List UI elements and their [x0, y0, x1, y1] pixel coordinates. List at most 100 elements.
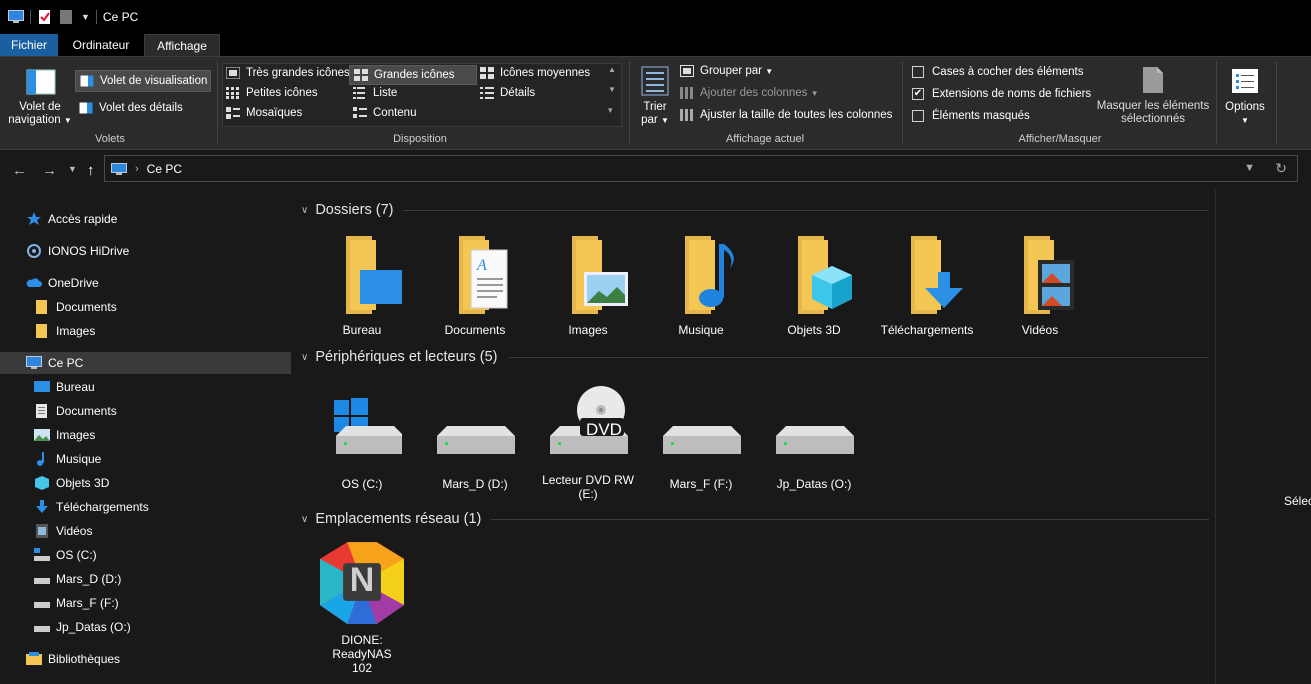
- sidebar-item-videos[interactable]: Vidéos: [0, 520, 291, 542]
- folder-tile-videos[interactable]: Vidéos: [984, 234, 1096, 337]
- back-arrow-icon[interactable]: ←: [12, 162, 27, 179]
- preview-pane-button[interactable]: Volet de visualisation: [75, 70, 211, 92]
- sidebar-item-quick-access[interactable]: Accès rapide: [0, 208, 291, 230]
- layout-list[interactable]: Liste: [353, 87, 397, 99]
- drive-icon: [776, 426, 854, 454]
- group-by-icon: [680, 65, 694, 77]
- sidebar-item-hidrive[interactable]: IONOS HiDrive: [0, 240, 291, 262]
- network-tile-dione[interactable]: N DIONE: ReadyNAS 102: [306, 540, 418, 675]
- add-columns-button[interactable]: Ajouter des colonnes ▼: [680, 87, 819, 99]
- layout-scroll-up-icon[interactable]: ▲: [608, 65, 616, 74]
- sidebar-item-drive-d[interactable]: Mars_D (D:): [0, 568, 291, 590]
- computer-icon[interactable]: [8, 10, 24, 24]
- tile-label: DIONE: ReadyNAS 102: [332, 633, 392, 675]
- folder-tile-bureau[interactable]: Bureau: [306, 234, 418, 337]
- toolbar-separator: [95, 10, 97, 24]
- section-header-folders[interactable]: ∨ Dossiers (7): [301, 200, 393, 220]
- folder-tile-3d-objects[interactable]: Objets 3D: [758, 234, 870, 337]
- folder-tile-images[interactable]: Images: [532, 234, 644, 337]
- sidebar-item-drive-f[interactable]: Mars_F (F:): [0, 592, 291, 614]
- layout-medium-icons[interactable]: Icônes moyennes: [480, 67, 590, 79]
- layout-content[interactable]: Contenu: [353, 107, 416, 119]
- properties-icon[interactable]: [37, 10, 53, 24]
- sidebar-item-label: Musique: [56, 452, 102, 466]
- item-checkboxes-toggle[interactable]: Cases à cocher des éléments: [912, 66, 1084, 78]
- folder-tile-music[interactable]: Musique: [645, 234, 757, 337]
- sidebar-item-downloads[interactable]: Téléchargements: [0, 496, 291, 518]
- sidebar-item-this-pc[interactable]: Ce PC: [0, 352, 291, 374]
- folder-tile-documents[interactable]: A Documents: [419, 234, 531, 337]
- hidden-items-toggle[interactable]: Éléments masqués: [912, 110, 1030, 122]
- tile-label: Jp_Datas (O:): [776, 477, 852, 491]
- sort-by-button[interactable]: Trier par ▼: [636, 101, 674, 127]
- sidebar-item-desktop[interactable]: Bureau: [0, 376, 291, 398]
- up-arrow-icon[interactable]: ↑: [87, 162, 95, 179]
- folder-tile-downloads[interactable]: Téléchargements: [871, 234, 983, 337]
- item-checkboxes-checkbox[interactable]: [912, 66, 924, 78]
- sidebar-item-onedrive-documents[interactable]: Documents: [0, 296, 291, 318]
- layout-extra-large-icons[interactable]: Très grandes icônes: [226, 67, 350, 79]
- layout-tiles[interactable]: Mosaïques: [226, 107, 302, 119]
- file-extensions-checkbox[interactable]: ✔: [912, 88, 924, 100]
- address-history-chevron-icon[interactable]: ▼: [1244, 162, 1255, 174]
- address-path[interactable]: Ce PC: [147, 162, 182, 176]
- hidden-items-label: Éléments masqués: [932, 110, 1030, 122]
- sidebar-item-libraries[interactable]: Bibliothèques: [0, 648, 291, 670]
- customize-toolbar-chevron-icon[interactable]: ▼: [81, 12, 90, 22]
- details-icon: [480, 87, 494, 99]
- drive-tile-dvd[interactable]: DVD Lecteur DVD RW (E:): [532, 384, 644, 501]
- collapse-chevron-icon[interactable]: ∨: [301, 352, 308, 363]
- breadcrumb-chevron-icon[interactable]: ›: [135, 163, 139, 175]
- collapse-chevron-icon[interactable]: ∨: [301, 205, 308, 216]
- tab-computer[interactable]: Ordinateur: [60, 34, 142, 56]
- section-header-devices[interactable]: ∨ Périphériques et lecteurs (5): [301, 347, 497, 367]
- details-pane-button[interactable]: Volet des détails: [79, 102, 183, 114]
- group-by-button[interactable]: Grouper par ▼: [680, 65, 773, 77]
- tab-file[interactable]: Fichier: [0, 34, 58, 56]
- refresh-icon[interactable]: ↻: [1275, 160, 1287, 177]
- address-bar[interactable]: › Ce PC ▼ ↻: [104, 155, 1298, 182]
- file-extensions-toggle[interactable]: ✔ Extensions de noms de fichiers: [912, 88, 1091, 100]
- sort-by-icon[interactable]: [641, 66, 669, 96]
- options-button[interactable]: Options ▼: [1220, 101, 1270, 127]
- sidebar-item-music[interactable]: Musique: [0, 448, 291, 470]
- sidebar-item-drive-c[interactable]: OS (C:): [0, 544, 291, 566]
- desktop-icon: [34, 381, 50, 392]
- hidden-items-checkbox[interactable]: [912, 110, 924, 122]
- layout-expand-icon[interactable]: ▾: [608, 105, 613, 116]
- sidebar-item-drive-o[interactable]: Jp_Datas (O:): [0, 616, 291, 638]
- extra-large-icons-icon: [226, 67, 240, 79]
- sidebar-item-documents[interactable]: Documents: [0, 400, 291, 422]
- readynas-logo-letter: N: [349, 561, 375, 599]
- forward-arrow-icon[interactable]: →: [42, 162, 57, 179]
- section-header-network[interactable]: ∨ Emplacements réseau (1): [301, 509, 481, 529]
- group-separator: [217, 61, 218, 145]
- drive-icon: [34, 626, 50, 632]
- collapse-chevron-icon[interactable]: ∨: [301, 514, 308, 525]
- new-folder-icon[interactable]: [59, 10, 75, 24]
- drive-tile-d[interactable]: Mars_D (D:): [419, 388, 531, 491]
- sidebar-item-3d-objects[interactable]: Objets 3D: [0, 472, 291, 494]
- drive-tile-o[interactable]: Jp_Datas (O:): [758, 388, 870, 491]
- sidebar-item-images[interactable]: Images: [0, 424, 291, 446]
- drive-tile-f[interactable]: Mars_F (F:): [645, 388, 757, 491]
- options-icon[interactable]: [1231, 68, 1259, 94]
- sidebar-item-label: IONOS HiDrive: [48, 244, 130, 258]
- navigation-pane-button[interactable]: Volet de navigation ▼: [4, 101, 76, 127]
- sidebar-item-onedrive-images[interactable]: Images: [0, 320, 291, 342]
- tile-label: Téléchargements: [880, 323, 974, 337]
- layout-small-icons[interactable]: Petites icônes: [226, 87, 318, 99]
- recent-locations-chevron-icon[interactable]: ▼: [68, 164, 77, 174]
- ribbon-tabs: Fichier Ordinateur Affichage: [0, 34, 1311, 56]
- size-columns-button[interactable]: Ajuster la taille de toutes les colonnes: [680, 109, 892, 121]
- sidebar-item-label: OneDrive: [48, 276, 99, 290]
- sidebar-item-onedrive[interactable]: OneDrive: [0, 272, 291, 294]
- tab-view[interactable]: Affichage: [144, 34, 220, 56]
- layout-large-icons[interactable]: Grandes icônes: [349, 65, 477, 85]
- drive-tile-c[interactable]: OS (C:): [306, 388, 418, 491]
- layout-scroll-down-icon[interactable]: ▼: [608, 85, 616, 94]
- hide-selected-button[interactable]: Masquer les éléments sélectionnés: [1094, 100, 1212, 126]
- navigation-pane-icon[interactable]: [26, 69, 56, 95]
- hide-selected-icon[interactable]: [1141, 66, 1165, 94]
- layout-details[interactable]: Détails: [480, 87, 535, 99]
